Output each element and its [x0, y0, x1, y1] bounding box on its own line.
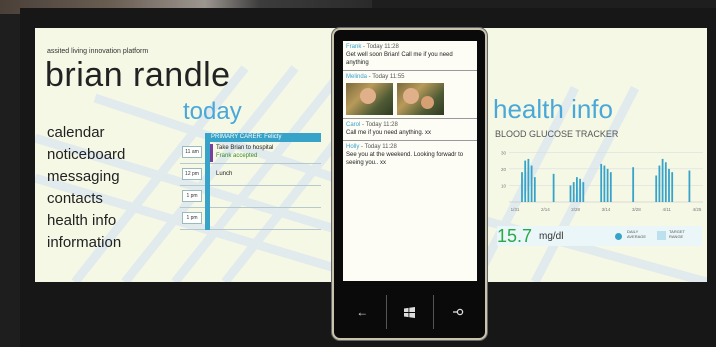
calendar-slot[interactable]: 12 pm Lunch [180, 164, 321, 186]
glucose-bar [552, 173, 555, 202]
x-tick-label: 1/31 [511, 207, 520, 212]
glucose-unit: mg/dl [539, 231, 564, 242]
message-photos [346, 83, 474, 115]
message-time: - Today 11:28 [361, 44, 399, 50]
health-info-heading: health info [493, 94, 613, 124]
glucose-bar [572, 182, 575, 202]
message-body: See you at the weekend. Looking forwadr … [346, 152, 464, 166]
main-nav: calendar noticeboard messaging contacts … [47, 122, 125, 254]
glucose-bar [524, 160, 527, 202]
calendar-slot[interactable]: 1 pm [180, 208, 321, 230]
screenshot-stage: assited living innovation platform brian… [0, 0, 716, 347]
glucose-bar [609, 172, 612, 202]
event-title: Take Brian to hospital [216, 145, 274, 151]
x-tick-label: 4/11 [662, 207, 671, 212]
message-sender: Frank [346, 44, 362, 50]
daily-average-legend-icon [615, 233, 622, 240]
slot-time: 11 am [182, 146, 202, 158]
phone-screen: Frank - Today 11:28 Get well soon Brian!… [343, 41, 477, 281]
target-range-legend: TARGET RANGE [669, 229, 685, 239]
glucose-bar [655, 175, 658, 202]
softkey-divider [385, 295, 387, 329]
message-time: - Today 11:55 [367, 74, 405, 80]
glucose-bar [671, 172, 674, 202]
platform-label: assited living innovation platform [47, 48, 149, 55]
event-status: Frank accepted [216, 153, 258, 159]
glucose-bar [569, 185, 572, 202]
message-item[interactable]: Holly - Today 11:28 See you at the weeke… [343, 141, 477, 170]
glucose-bar [661, 158, 664, 202]
nav-item-noticeboard[interactable]: noticeboard [47, 144, 125, 166]
nav-item-messaging[interactable]: messaging [47, 166, 125, 188]
glucose-bar [530, 165, 533, 202]
slot-bar [205, 208, 210, 230]
glucose-bar [603, 165, 606, 202]
softkey-divider [433, 295, 435, 329]
calendar-slot[interactable]: 1 pm [180, 186, 321, 208]
today-heading: today [183, 98, 242, 125]
glucose-bar [668, 168, 670, 202]
slot-time: 1 pm [182, 212, 202, 224]
glucose-reading-box: 15.7 mg/dl DAILY AVERAGE TARGET RANGE [497, 226, 702, 246]
nav-item-calendar[interactable]: calendar [47, 122, 125, 144]
glucose-chart: 10 20 30 1/31 2/14 2/28 3/14 3/28 4/11 4/25 [501, 150, 703, 212]
windows-icon[interactable] [395, 297, 425, 327]
message-body: Call me if you need anything. xx [346, 130, 432, 136]
message-item[interactable]: Carol - Today 11:28 Call me if you need … [343, 119, 477, 141]
message-sender: Holly [346, 144, 360, 150]
message-item[interactable]: Frank - Today 11:28 Get well soon Brian!… [343, 41, 477, 71]
glucose-bar [688, 170, 691, 202]
x-tick-label: 2/28 [571, 207, 580, 212]
message-item[interactable]: Melinda - Today 11:55 [343, 71, 477, 119]
y-tick-label: 10 [501, 183, 507, 188]
photo-thumbnail[interactable] [346, 83, 393, 115]
slot-time: 1 pm [182, 190, 202, 202]
glucose-bar [521, 172, 523, 202]
user-name-title: brian randle [45, 56, 231, 94]
primary-carer-bar: PRIMARY CARER: Felicty [205, 133, 321, 142]
slot-bar [205, 186, 210, 208]
slot-bar [205, 164, 210, 186]
message-time: - Today 11:28 [359, 144, 397, 150]
glucose-bar [533, 177, 536, 202]
nav-item-health-info[interactable]: health info [47, 210, 125, 232]
event-title[interactable]: Lunch [216, 170, 232, 178]
x-tick-label: 4/25 [693, 207, 702, 212]
nav-item-information[interactable]: information [47, 232, 125, 254]
message-sender: Melinda [346, 74, 368, 80]
glucose-bar [579, 178, 581, 202]
search-icon[interactable] [443, 297, 473, 327]
photo-thumbnail[interactable] [397, 83, 444, 115]
glucose-value: 15.7 [497, 226, 533, 246]
glucose-bar [606, 168, 609, 202]
glucose-bar [527, 158, 530, 202]
message-body: Get well soon Brian! Call me if you need… [346, 52, 453, 66]
message-time: - Today 11:28 [360, 122, 398, 128]
event-marker [210, 144, 213, 162]
y-tick-label: 30 [501, 150, 507, 155]
glucose-bar [632, 167, 635, 202]
glucose-bar [576, 177, 578, 202]
daily-average-legend: DAILY AVERAGE [627, 229, 647, 239]
tracker-title: BLOOD GLUCOSE TRACKER [495, 129, 619, 139]
x-tick-label: 3/28 [632, 207, 641, 212]
x-tick-label: 2/14 [541, 207, 550, 212]
glucose-bar [664, 162, 667, 202]
phone-softkeys: ← [343, 292, 477, 332]
nav-item-contacts[interactable]: contacts [47, 188, 125, 210]
glucose-bar [582, 182, 585, 202]
calendar-event[interactable]: Take Brian to hospital Frank accepted [216, 144, 273, 160]
day-calendar: 11 am Take Brian to hospital Frank accep… [180, 142, 321, 230]
glucose-bar [600, 163, 603, 202]
slot-time: 12 pm [182, 168, 202, 180]
back-icon[interactable]: ← [347, 297, 377, 327]
glucose-bar [658, 165, 661, 202]
y-tick-label: 20 [501, 167, 507, 172]
phone-device: Frank - Today 11:28 Get well soon Brian!… [332, 28, 487, 340]
calendar-slot[interactable]: 11 am Take Brian to hospital Frank accep… [180, 142, 321, 164]
x-tick-label: 3/14 [602, 207, 611, 212]
message-sender: Carol [346, 122, 361, 128]
target-range-legend-icon [657, 231, 666, 240]
